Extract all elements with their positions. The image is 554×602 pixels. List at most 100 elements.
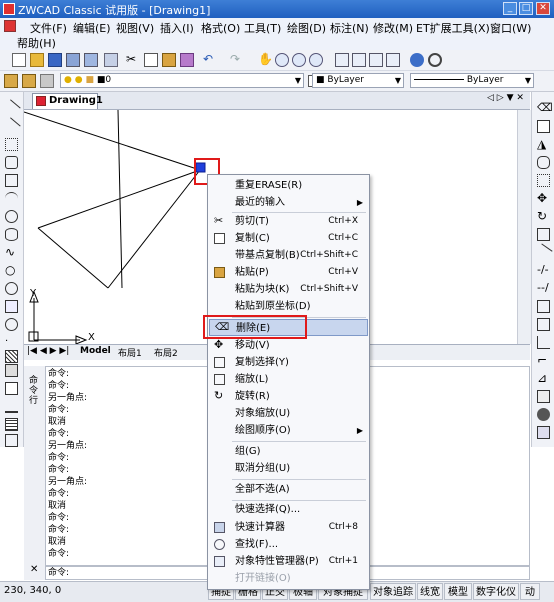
- revcloud-icon[interactable]: ○: [5, 264, 18, 277]
- explode-icon[interactable]: [537, 390, 550, 403]
- menu-dimension[interactable]: 标注(N): [330, 20, 369, 36]
- gradient-icon[interactable]: [5, 418, 18, 431]
- menu-item-draw-order[interactable]: 绘图顺序(O) ▶: [209, 422, 368, 439]
- minimize-button[interactable]: _: [503, 2, 517, 15]
- menu-item-repeat-erase[interactable]: 重复ERASE(R): [209, 177, 368, 194]
- save-icon[interactable]: [48, 53, 62, 67]
- menu-format[interactable]: 格式(O): [201, 20, 240, 36]
- stretch-icon[interactable]: [534, 243, 553, 262]
- tablet-toggle[interactable]: 数字化仪: [473, 583, 519, 600]
- polygon-icon[interactable]: [5, 156, 18, 169]
- scale-icon[interactable]: [537, 228, 550, 241]
- menu-item-rotate[interactable]: ↻ 旋转(R): [209, 388, 368, 405]
- otrack-toggle[interactable]: 对象追踪: [370, 583, 416, 600]
- copy-object-icon[interactable]: [537, 120, 550, 133]
- layer-state-icon[interactable]: [40, 74, 54, 88]
- model-toggle[interactable]: 模型: [444, 583, 472, 600]
- maximize-button[interactable]: □: [519, 2, 533, 15]
- menu-item-move[interactable]: ✥ 移动(V): [209, 337, 368, 354]
- menu-draw[interactable]: 绘图(D): [287, 20, 326, 36]
- rectangle-icon[interactable]: [5, 174, 18, 187]
- pan-icon[interactable]: ✋: [258, 53, 273, 67]
- mtext-icon[interactable]: [5, 434, 18, 447]
- menu-view[interactable]: 视图(V): [116, 20, 154, 36]
- tool-palette-icon[interactable]: [369, 53, 383, 67]
- zoom-window-icon[interactable]: [292, 53, 306, 67]
- menu-insert[interactable]: 插入(I): [160, 20, 194, 36]
- dynamic-toggle[interactable]: 动: [520, 583, 540, 600]
- tab-layout1[interactable]: 布局1: [118, 346, 142, 359]
- print-preview-icon[interactable]: [84, 53, 98, 67]
- chamfer-icon[interactable]: [537, 336, 550, 349]
- ray-icon[interactable]: [2, 117, 21, 136]
- copy-icon[interactable]: [144, 53, 158, 67]
- vertical-scrollbar[interactable]: [517, 110, 531, 344]
- zoom-realtime-icon[interactable]: [275, 53, 289, 67]
- menu-item-quick-select[interactable]: 快速选择(Q)...: [209, 501, 368, 518]
- menu-tools[interactable]: 工具(T): [244, 20, 281, 36]
- linetype-combo[interactable]: ByLayer ▼: [410, 73, 534, 88]
- close-button[interactable]: ✕: [536, 2, 550, 15]
- close-command-icon[interactable]: ✕: [30, 564, 38, 575]
- menu-item-copy[interactable]: 复制(C) Ctrl+C: [209, 230, 368, 247]
- extend-icon[interactable]: --/: [537, 282, 550, 295]
- array-icon[interactable]: [537, 174, 550, 187]
- star-line-2[interactable]: [37, 169, 201, 229]
- menu-item-group[interactable]: 组(G): [209, 443, 368, 460]
- undo-icon[interactable]: ↶: [203, 53, 217, 67]
- properties-icon[interactable]: [335, 53, 349, 67]
- paste-icon[interactable]: [162, 53, 176, 67]
- star-line-5[interactable]: [37, 227, 109, 289]
- tab-layout2[interactable]: 布局2: [154, 346, 178, 359]
- spline-icon[interactable]: ∿: [5, 246, 18, 259]
- rotate-icon[interactable]: ↻: [537, 210, 550, 223]
- plot-icon[interactable]: [104, 53, 118, 67]
- table-icon[interactable]: [5, 382, 18, 395]
- menu-item-scale[interactable]: 缩放(L): [209, 371, 368, 388]
- tab-model[interactable]: Model: [80, 346, 111, 356]
- menu-item-quick-calc[interactable]: 快速计算器 Ctrl+8: [209, 519, 368, 536]
- wipeout-icon[interactable]: [5, 400, 18, 413]
- ellipse-arc-icon[interactable]: [5, 282, 18, 295]
- offset-icon[interactable]: [537, 156, 550, 169]
- move-icon[interactable]: ✥: [537, 192, 550, 205]
- circle-icon[interactable]: [5, 210, 18, 223]
- line-icon[interactable]: [2, 99, 21, 118]
- layout-nav-icon[interactable]: |◀ ◀ ▶ ▶|: [27, 346, 69, 356]
- cut-icon[interactable]: ✂: [126, 53, 140, 67]
- menu-item-ungroup[interactable]: 取消分组(U): [209, 460, 368, 477]
- tab-drawing1[interactable]: Drawing1: [32, 93, 103, 109]
- point-icon[interactable]: ·: [5, 336, 18, 349]
- menu-window[interactable]: 窗口(W): [490, 20, 531, 36]
- arc-icon[interactable]: [5, 192, 18, 205]
- menu-item-copy-selection[interactable]: 复制选择(Y): [209, 354, 368, 371]
- doc-icon[interactable]: [4, 20, 16, 32]
- menu-file[interactable]: 文件(F): [30, 20, 67, 36]
- open-icon[interactable]: [30, 53, 44, 67]
- break-icon[interactable]: [537, 300, 550, 313]
- menu-help[interactable]: 帮助(H): [17, 35, 56, 51]
- new-icon[interactable]: [12, 53, 26, 67]
- insert-block-icon[interactable]: [5, 300, 18, 313]
- menu-item-object-scale[interactable]: 对象缩放(U): [209, 405, 368, 422]
- join-icon[interactable]: [537, 318, 550, 331]
- erase-icon[interactable]: ⌫: [537, 102, 553, 115]
- star-line-1[interactable]: [24, 111, 201, 171]
- trim-icon[interactable]: -/-: [537, 264, 550, 277]
- tab-scroll-icon[interactable]: ◁ ▷ ▼ ✕: [487, 93, 524, 103]
- menu-item-paste-orig[interactable]: 粘贴到原坐标(D): [209, 298, 368, 315]
- calculator-icon[interactable]: [386, 53, 400, 67]
- menu-item-copy-base[interactable]: 带基点复制(B) Ctrl+Shift+C: [209, 247, 368, 264]
- design-center-icon[interactable]: [352, 53, 366, 67]
- menu-item-open-link[interactable]: 打开链接(O): [209, 570, 368, 587]
- fillet-icon[interactable]: ⌐: [537, 354, 550, 367]
- menu-edit[interactable]: 编辑(E): [73, 20, 111, 36]
- lengthen-icon[interactable]: ⊿: [537, 372, 550, 385]
- ellipse-icon[interactable]: [5, 228, 18, 241]
- layer-previous-icon[interactable]: [22, 74, 36, 88]
- search-icon[interactable]: [428, 53, 442, 67]
- mirror-icon[interactable]: ◮: [537, 138, 550, 151]
- menu-item-paste[interactable]: 粘贴(P) Ctrl+V: [209, 264, 368, 281]
- menu-item-cut[interactable]: ✂ 剪切(T) Ctrl+X: [209, 213, 368, 230]
- properties-edit-icon[interactable]: [537, 426, 550, 439]
